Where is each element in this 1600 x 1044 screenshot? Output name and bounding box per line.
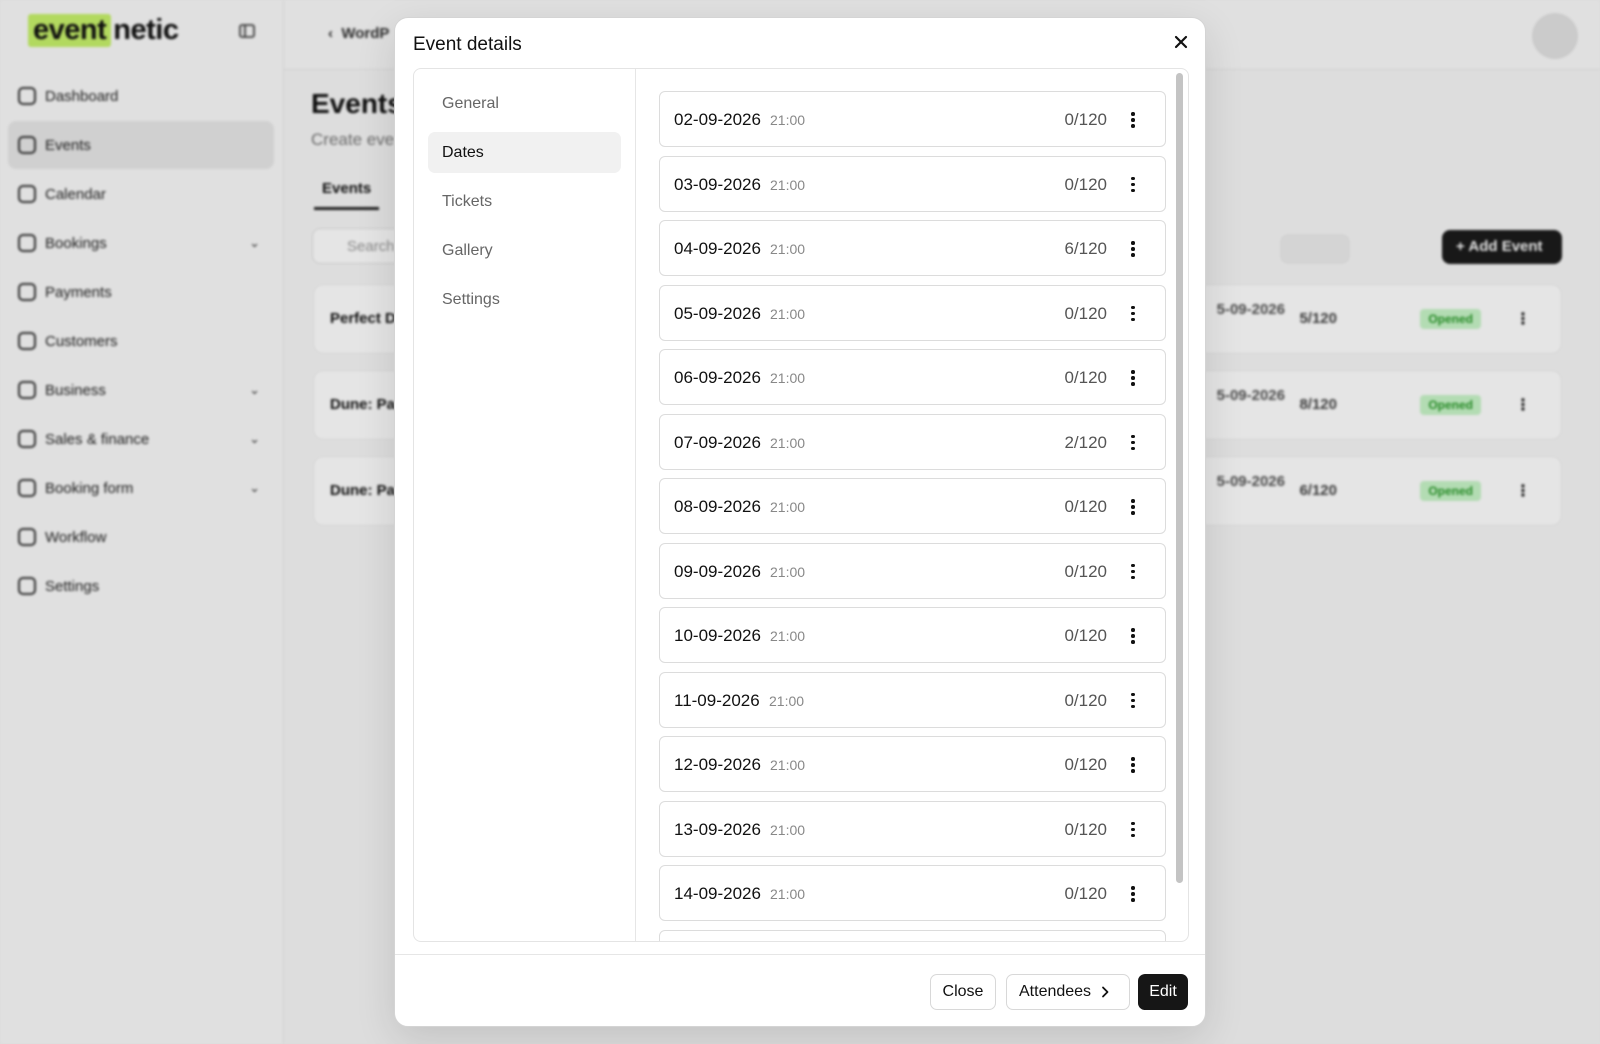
time-value: 21:00 [770, 886, 806, 902]
date-value: 06-09-2026 [674, 368, 761, 387]
modal-footer: Close Attendees Edit [395, 954, 1205, 1026]
more-options-icon[interactable] [1123, 238, 1143, 260]
capacity-value: 0/120 [1064, 626, 1107, 645]
more-options-icon[interactable] [1123, 625, 1143, 647]
capacity-value: 0/120 [1064, 819, 1107, 839]
chevron-right-icon [1100, 986, 1110, 998]
date-value: 14-09-2026 [674, 884, 761, 903]
more-options-icon[interactable] [1123, 174, 1143, 196]
date-row[interactable]: 11-09-2026 21:00 0/120 [659, 671, 1166, 728]
more-options-icon[interactable] [1123, 754, 1143, 776]
time-value: 21:00 [770, 305, 806, 322]
close-icon[interactable] [1169, 30, 1193, 54]
date-row[interactable]: 03-09-2026 21:00 0/120 [659, 155, 1166, 212]
date-value: 11-09-2026 [674, 690, 760, 710]
attendees-button[interactable]: Attendees [1006, 974, 1130, 1010]
modal-body: General Dates Tickets Gallery Settings 0… [413, 68, 1189, 942]
more-options-icon[interactable] [1123, 561, 1143, 583]
more-options-icon[interactable] [1123, 303, 1143, 325]
scrollbar[interactable] [1176, 73, 1183, 883]
capacity-value: 0/120 [1064, 884, 1107, 903]
date-value: 07-09-2026 [674, 432, 761, 452]
date-row[interactable]: 09-09-2026 21:00 0/120 [659, 542, 1166, 599]
time-value: 21:00 [770, 176, 806, 193]
time-value: 21:00 [769, 692, 805, 709]
date-row[interactable]: 02-09-2026 21:00 0/120 [659, 91, 1166, 147]
date-value: 05-09-2026 [674, 303, 761, 323]
date-row[interactable]: 08-09-2026 21:00 0/120 [659, 478, 1166, 534]
date-value: 10-09-2026 [674, 626, 761, 645]
date-row[interactable]: 07-09-2026 21:00 2/120 [659, 413, 1166, 470]
date-list: 02-09-2026 21:00 0/120 03-09-2026 21:00 0/120… [659, 91, 1166, 941]
more-options-icon[interactable] [1123, 109, 1143, 131]
capacity-value: 0/120 [1064, 755, 1107, 774]
time-value: 21:00 [770, 821, 806, 838]
date-value: 12-09-2026 [674, 755, 761, 774]
date-row[interactable]: 14-09-2026 21:00 0/120 [659, 865, 1166, 921]
capacity-value: 6/120 [1064, 239, 1107, 258]
modal-title: Event details [413, 34, 522, 55]
capacity-value: 0/120 [1064, 303, 1107, 323]
capacity-value: 0/120 [1064, 368, 1107, 387]
date-row[interactable]: 05-09-2026 21:00 0/120 [659, 284, 1166, 341]
time-value: 21:00 [770, 499, 806, 515]
more-options-icon[interactable] [1123, 883, 1143, 905]
dates-pane: 02-09-2026 21:00 0/120 03-09-2026 21:00 0/120… [637, 69, 1188, 941]
time-value: 21:00 [770, 370, 806, 386]
time-value: 21:00 [770, 434, 806, 451]
time-value: 21:00 [770, 757, 806, 773]
date-value: 08-09-2026 [674, 497, 761, 516]
tab-gallery[interactable]: Gallery [428, 230, 621, 271]
date-row[interactable] [659, 929, 1166, 941]
date-value: 04-09-2026 [674, 239, 761, 258]
more-options-icon[interactable] [1123, 690, 1143, 712]
time-value: 21:00 [770, 112, 806, 128]
capacity-value: 0/120 [1064, 174, 1107, 194]
date-value: 02-09-2026 [674, 110, 761, 129]
capacity-value: 2/120 [1064, 432, 1107, 452]
capacity-value: 0/120 [1064, 561, 1107, 581]
capacity-value: 0/120 [1064, 690, 1107, 710]
date-row[interactable]: 04-09-2026 21:00 6/120 [659, 220, 1166, 276]
tab-settings[interactable]: Settings [428, 279, 621, 320]
tab-tickets[interactable]: Tickets [428, 181, 621, 222]
edit-button[interactable]: Edit [1138, 974, 1188, 1010]
attendees-label: Attendees [1019, 983, 1092, 1000]
date-row[interactable]: 12-09-2026 21:00 0/120 [659, 736, 1166, 792]
close-button[interactable]: Close [930, 974, 996, 1010]
capacity-value: 0/120 [1064, 110, 1107, 129]
more-options-icon[interactable] [1123, 367, 1143, 389]
capacity-value: 0/120 [1064, 497, 1107, 516]
more-options-icon[interactable] [1123, 496, 1143, 518]
date-value: 09-09-2026 [674, 561, 761, 581]
time-value: 21:00 [770, 563, 806, 580]
date-row[interactable]: 10-09-2026 21:00 0/120 [659, 607, 1166, 663]
time-value: 21:00 [770, 628, 806, 644]
time-value: 21:00 [770, 241, 806, 257]
date-value: 13-09-2026 [674, 819, 761, 839]
event-details-modal: Event details General Dates Tickets Gall… [394, 17, 1206, 1027]
tab-general[interactable]: General [428, 83, 621, 124]
date-row[interactable]: 13-09-2026 21:00 0/120 [659, 800, 1166, 857]
modal-side-nav: General Dates Tickets Gallery Settings [414, 69, 636, 941]
date-row[interactable]: 06-09-2026 21:00 0/120 [659, 349, 1166, 405]
date-value: 03-09-2026 [674, 174, 761, 194]
tab-dates[interactable]: Dates [428, 132, 621, 173]
more-options-icon[interactable] [1123, 432, 1143, 454]
more-options-icon[interactable] [1123, 819, 1143, 841]
